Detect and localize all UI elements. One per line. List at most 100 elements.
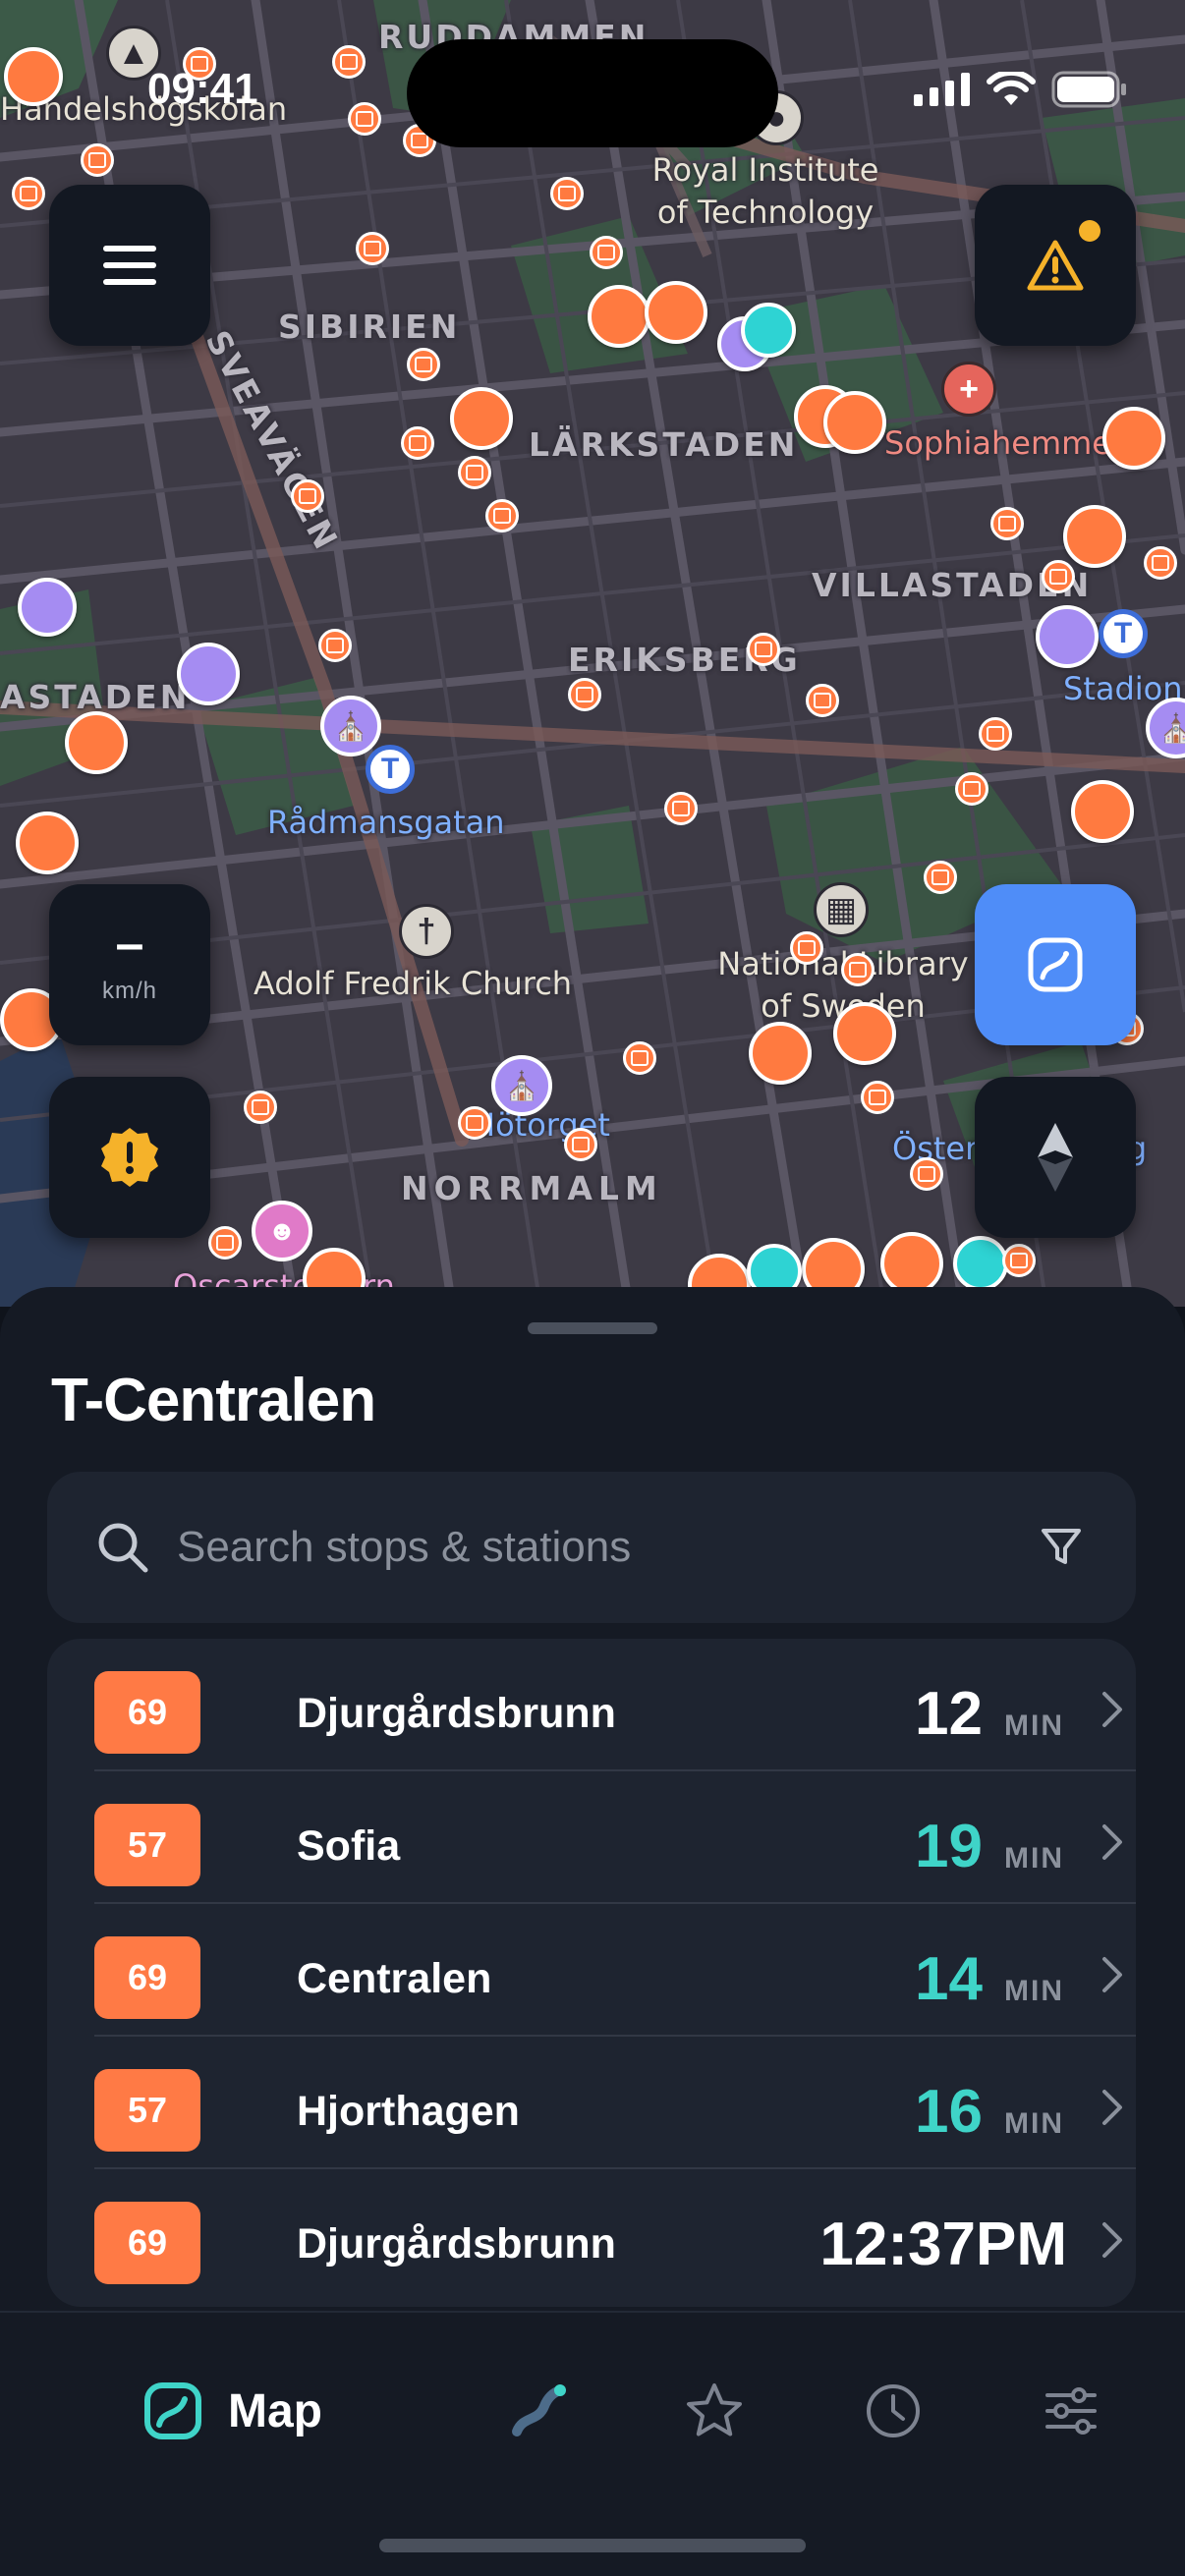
menu-button[interactable] <box>49 185 210 346</box>
route-badge: 69 <box>94 1936 200 2019</box>
filter-icon[interactable] <box>1040 1525 1083 1568</box>
departures-sheet[interactable]: T-Centralen 69 Djurgårdsbrunn 12 MIN 57 … <box>0 1287 1185 2321</box>
bus-stop-icon[interactable] <box>861 1081 894 1114</box>
departure-row[interactable]: 57 Sofia 19 MIN <box>94 1771 1136 1904</box>
bus-stop-icon[interactable] <box>564 1128 597 1161</box>
library-icon[interactable]: ▦ <box>814 882 869 937</box>
museum-icon[interactable]: ⛪ <box>320 696 381 756</box>
bus-stop-icon[interactable] <box>623 1041 656 1075</box>
star-icon <box>687 2383 742 2436</box>
bus-stop-icon[interactable] <box>1144 546 1177 580</box>
map-label-sibirien: SIBIRIEN <box>278 308 461 346</box>
eta-unit: MIN <box>1004 1842 1064 1875</box>
bus-stop-icon[interactable] <box>348 102 381 136</box>
bus-stop-icon[interactable] <box>208 1226 242 1260</box>
vehicle-marker[interactable] <box>823 391 886 454</box>
bus-stop-icon[interactable] <box>1042 560 1075 593</box>
vehicle-marker[interactable] <box>1071 780 1134 843</box>
tab-routes[interactable] <box>509 2372 570 2450</box>
destination-label: Sofia <box>297 1822 401 1870</box>
bus-stop-icon[interactable] <box>955 772 988 806</box>
bus-stop-icon[interactable] <box>458 1106 491 1140</box>
bus-stop-icon[interactable] <box>841 953 875 986</box>
map-poi-royal-institute[interactable]: Royal Institute of Technology <box>643 149 888 234</box>
map-poi-adolf-fredrik-church[interactable]: Adolf Fredrik Church <box>254 965 572 1002</box>
bus-stop-icon[interactable] <box>244 1091 277 1124</box>
bus-stop-icon[interactable] <box>806 684 839 717</box>
tab-history[interactable] <box>863 2372 924 2450</box>
bus-stop-icon[interactable] <box>550 177 584 210</box>
tab-favorites[interactable] <box>684 2372 745 2450</box>
search-bar[interactable] <box>47 1472 1136 1623</box>
map-station-radmansgatan[interactable]: Rådmansgatan <box>267 804 505 841</box>
bus-stop-icon[interactable] <box>401 426 434 460</box>
dynamic-island <box>407 39 778 147</box>
vehicle-marker[interactable] <box>741 303 796 358</box>
alert-badge-icon <box>101 1128 158 1187</box>
vehicle-marker[interactable] <box>65 711 128 774</box>
departure-row[interactable]: 57 Hjorthagen 16 MIN <box>94 2037 1136 2169</box>
bus-stop-icon[interactable] <box>291 479 324 513</box>
vehicle-marker[interactable] <box>833 1002 896 1065</box>
departure-row[interactable]: 69 Djurgårdsbrunn 12:37PM <box>94 2169 1136 2302</box>
bus-stop-icon[interactable] <box>12 177 45 210</box>
departures-list[interactable]: 69 Djurgårdsbrunn 12 MIN 57 Sofia 19 MIN… <box>47 1639 1136 2307</box>
search-icon <box>98 1523 148 1573</box>
bus-stop-icon[interactable] <box>1002 1244 1036 1277</box>
eta-unit: MIN <box>1004 1975 1064 2007</box>
notification-dot <box>1079 220 1100 242</box>
vehicle-marker[interactable] <box>880 1232 943 1295</box>
bus-stop-icon[interactable] <box>664 792 698 825</box>
bus-stop-icon[interactable] <box>407 348 440 381</box>
bus-stop-icon[interactable] <box>910 1157 943 1191</box>
compass-button[interactable] <box>975 1077 1136 1238</box>
vehicle-marker[interactable] <box>16 812 79 874</box>
status-time: 09:41 <box>147 65 258 113</box>
report-incident-button[interactable] <box>49 1077 210 1238</box>
vehicle-marker[interactable] <box>749 1022 812 1085</box>
church-icon[interactable]: † <box>399 904 454 959</box>
search-input[interactable] <box>177 1472 1022 1623</box>
vehicle-marker[interactable] <box>177 643 240 705</box>
bus-stop-icon[interactable] <box>979 717 1012 751</box>
sheet-grabber[interactable] <box>528 1322 657 1334</box>
bus-stop-icon[interactable] <box>332 45 366 79</box>
tab-map[interactable]: Map <box>143 2372 322 2450</box>
bus-stop-icon[interactable] <box>458 456 491 489</box>
route-badge: 57 <box>94 1804 200 1886</box>
vehicle-marker[interactable] <box>450 387 513 450</box>
vehicle-marker[interactable] <box>1063 505 1126 568</box>
departure-row[interactable]: 69 Djurgårdsbrunn 12 MIN <box>94 1639 1136 1771</box>
museum-icon[interactable]: ⛪ <box>491 1055 552 1116</box>
hospital-icon[interactable]: + <box>941 362 996 417</box>
destination-label: Djurgårdsbrunn <box>297 1690 616 1737</box>
tab-settings[interactable] <box>1042 2372 1100 2450</box>
bus-stop-icon[interactable] <box>790 931 823 965</box>
departure-row[interactable]: 69 Centralen 14 MIN <box>94 1904 1136 2037</box>
metro-station-icon[interactable]: T <box>366 745 415 794</box>
map-icon <box>144 2382 201 2439</box>
bus-stop-icon[interactable] <box>568 678 601 711</box>
bus-stop-icon[interactable] <box>318 629 352 662</box>
bus-stop-icon[interactable] <box>590 236 623 269</box>
route-mode-button[interactable] <box>975 884 1136 1045</box>
vehicle-marker[interactable] <box>645 281 707 344</box>
vehicle-marker[interactable] <box>1102 407 1165 470</box>
vehicle-marker[interactable] <box>1036 605 1099 668</box>
bus-stop-icon[interactable] <box>485 499 519 532</box>
wifi-icon <box>987 72 1036 105</box>
alerts-button[interactable] <box>975 185 1136 346</box>
map-poi-sophiahemmet[interactable]: Sophiahemmet <box>884 424 1124 462</box>
bus-stop-icon[interactable] <box>747 633 780 666</box>
bus-stop-icon[interactable] <box>924 861 957 894</box>
vehicle-marker[interactable] <box>18 578 77 637</box>
vehicle-marker[interactable] <box>4 47 63 106</box>
bus-stop-icon[interactable] <box>81 143 114 177</box>
vehicle-marker[interactable] <box>588 285 650 348</box>
theater-icon[interactable]: ☻ <box>252 1201 312 1261</box>
bus-stop-icon[interactable] <box>990 507 1024 540</box>
vehicle-marker[interactable] <box>953 1236 1008 1291</box>
bus-stop-icon[interactable] <box>356 232 389 265</box>
metro-station-icon[interactable]: T <box>1099 609 1148 658</box>
compass-icon <box>1038 1123 1073 1192</box>
